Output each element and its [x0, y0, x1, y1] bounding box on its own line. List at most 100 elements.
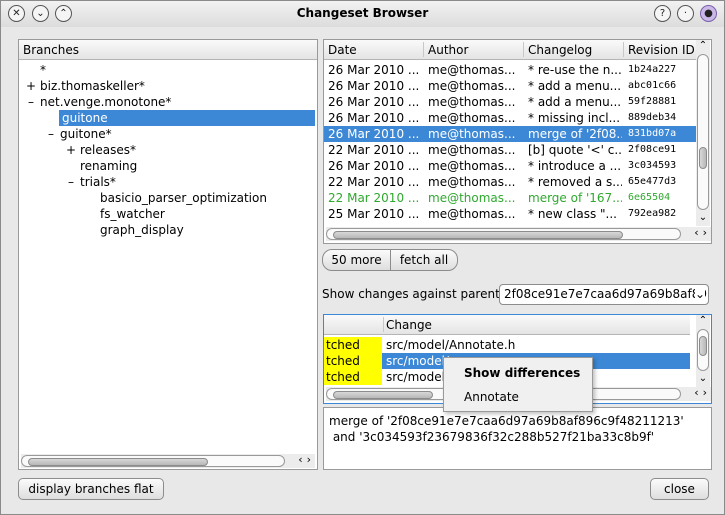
- changeset-browser-window: ✕ ⌄ ⌃ Changeset Browser ? · ● Branches *…: [0, 0, 725, 515]
- branch-item[interactable]: – guitone*: [45, 126, 115, 142]
- revision-date-cell: 22 Mar 2010 ...: [328, 175, 420, 189]
- revision-date-cell: 25 Mar 2010 ...: [328, 207, 420, 221]
- revision-row[interactable]: 22 Mar 2010 ... me@thomas... merge of '167…: [324, 190, 696, 206]
- branch-item[interactable]: – net.venge.monotone*: [25, 94, 174, 110]
- revision-author-cell: me@thomas...: [428, 191, 516, 205]
- revision-log-cell: * introduce a ...: [528, 159, 622, 173]
- revision-log-cell: * re-use the n...: [528, 63, 622, 77]
- collapse-icon[interactable]: –: [45, 126, 57, 142]
- help-icon[interactable]: ?: [654, 5, 671, 22]
- revision-date-cell: 22 Mar 2010 ...: [328, 191, 420, 205]
- revision-row[interactable]: 22 Mar 2010 ... me@thomas... * removed a s…: [324, 174, 696, 190]
- scroll-thumb[interactable]: [699, 147, 707, 169]
- revision-date-cell: 26 Mar 2010 ...: [328, 127, 420, 141]
- app-icon[interactable]: ●: [700, 5, 717, 22]
- revisions-table[interactable]: Date Author Changelog Revision ID 26 Mar…: [323, 39, 712, 244]
- branch-item[interactable]: fs_watcher: [85, 206, 168, 222]
- scroll-left-icon[interactable]: ‹: [298, 453, 306, 466]
- revision-rev-cell: 792ea982: [628, 208, 677, 219]
- parent-label: Show changes against parent: [322, 287, 500, 301]
- col-change[interactable]: Change: [386, 315, 432, 334]
- branch-item[interactable]: guitone: [59, 110, 315, 126]
- revision-row[interactable]: 26 Mar 2010 ... me@thomas... merge of '2f0…: [324, 126, 696, 142]
- scroll-thumb[interactable]: [699, 336, 707, 356]
- fifty-more-button[interactable]: 50 more: [322, 249, 391, 271]
- scroll-up-icon[interactable]: ⌃: [696, 40, 710, 52]
- col-revision-id[interactable]: Revision ID: [628, 40, 695, 59]
- window-title: Changeset Browser: [296, 6, 429, 20]
- revision-rev-cell: abc01c66: [628, 80, 677, 91]
- menu-item-show-differences[interactable]: Show differences: [464, 366, 580, 380]
- revision-row[interactable]: 22 Mar 2010 ... me@thomas... [b] quote '<'…: [324, 142, 696, 158]
- branch-item[interactable]: + releases*: [65, 142, 139, 158]
- revision-row[interactable]: 26 Mar 2010 ... me@thomas... * add a menu.…: [324, 94, 696, 110]
- revisions-hscrollbar[interactable]: ‹›: [326, 226, 711, 241]
- changes-vscrollbar[interactable]: ⌃ ⌄: [696, 315, 710, 387]
- revision-log-cell: * new class "...: [528, 207, 617, 221]
- scroll-right-icon[interactable]: ›: [703, 226, 711, 239]
- display-branches-flat-button[interactable]: display branches flat: [18, 478, 164, 500]
- branch-label: trials*: [80, 175, 116, 189]
- menu-item-annotate[interactable]: Annotate: [464, 390, 519, 404]
- branch-item[interactable]: renaming: [65, 158, 140, 174]
- revision-date-cell: 26 Mar 2010 ...: [328, 95, 420, 109]
- revision-row[interactable]: 26 Mar 2010 ... me@thomas... * re-use the …: [324, 62, 696, 78]
- scroll-left-icon[interactable]: ‹: [694, 386, 702, 399]
- changelog-message[interactable]: merge of '2f08ce91e7e7caa6d97a69b8af896c…: [323, 407, 712, 470]
- revision-row[interactable]: 26 Mar 2010 ... me@thomas... * add a menu.…: [324, 78, 696, 94]
- message-line-2: and '3c034593f23679836f32c288b527f21ba33…: [329, 430, 655, 444]
- fetch-all-button[interactable]: fetch all: [390, 249, 458, 271]
- branch-label: graph_display: [100, 223, 184, 237]
- scroll-thumb[interactable]: [28, 458, 208, 466]
- shade-icon[interactable]: ·: [677, 5, 694, 22]
- revision-row[interactable]: 25 Mar 2010 ... me@thomas... * new class "…: [324, 206, 696, 222]
- collapse-icon[interactable]: –: [25, 94, 37, 110]
- revision-row[interactable]: 26 Mar 2010 ... me@thomas... * introduce a…: [324, 158, 696, 174]
- expand-icon[interactable]: +: [65, 142, 77, 158]
- branch-label: fs_watcher: [100, 207, 165, 221]
- branch-label: biz.thomaskeller*: [40, 79, 145, 93]
- scroll-down-icon[interactable]: ⌄: [696, 373, 710, 385]
- revision-date-cell: 26 Mar 2010 ...: [328, 63, 420, 77]
- branches-header[interactable]: Branches: [19, 40, 317, 60]
- revision-row[interactable]: 26 Mar 2010 ... me@thomas... * missing inc…: [324, 110, 696, 126]
- revision-author-cell: me@thomas...: [428, 79, 516, 93]
- scroll-thumb[interactable]: [333, 391, 433, 399]
- revision-author-cell: me@thomas...: [428, 207, 516, 221]
- revision-rev-cell: 6e65504: [628, 192, 671, 203]
- branches-hscrollbar[interactable]: ‹›: [21, 453, 315, 468]
- change-status-cell: tched: [324, 369, 382, 385]
- revision-author-cell: me@thomas...: [428, 95, 516, 109]
- revision-rev-cell: 2f08ce91: [628, 144, 677, 155]
- branch-item[interactable]: graph_display: [85, 222, 187, 238]
- revision-date-cell: 26 Mar 2010 ...: [328, 79, 420, 93]
- revision-author-cell: me@thomas...: [428, 127, 516, 141]
- revision-author-cell: me@thomas...: [428, 143, 516, 157]
- branch-label: guitone*: [60, 127, 112, 141]
- revision-author-cell: me@thomas...: [428, 63, 516, 77]
- revision-log-cell: * missing incl...: [528, 111, 621, 125]
- scroll-right-icon[interactable]: ›: [703, 386, 711, 399]
- revision-rev-cell: 3c034593: [628, 160, 677, 171]
- scroll-left-icon[interactable]: ‹: [694, 226, 702, 239]
- parent-select[interactable]: 2f08ce91e7e7caa6d97a69b8af89 ⌄: [499, 284, 709, 305]
- expand-icon[interactable]: +: [25, 78, 37, 94]
- scroll-down-icon[interactable]: ⌄: [696, 212, 710, 224]
- col-changelog[interactable]: Changelog: [528, 40, 592, 59]
- branch-item[interactable]: – trials*: [65, 174, 119, 190]
- context-menu: Show differences Annotate: [443, 357, 593, 412]
- revision-log-cell: merge of '167...: [528, 191, 622, 205]
- branch-item[interactable]: *: [25, 62, 49, 78]
- col-author[interactable]: Author: [428, 40, 468, 59]
- scroll-up-icon[interactable]: ⌃: [696, 315, 710, 327]
- revisions-vscrollbar[interactable]: ⌃ ⌄: [696, 40, 710, 226]
- collapse-icon[interactable]: –: [65, 174, 77, 190]
- branch-item[interactable]: basicio_parser_optimization: [85, 190, 270, 206]
- scroll-thumb[interactable]: [333, 231, 623, 239]
- branches-tree[interactable]: Branches * + biz.thomaskeller* – net.venge.m…: [18, 39, 318, 470]
- branch-item[interactable]: + biz.thomaskeller*: [25, 78, 148, 94]
- scroll-right-icon[interactable]: ›: [307, 453, 315, 466]
- close-button[interactable]: close: [650, 478, 709, 500]
- change-row[interactable]: tched src/model/Annotate.h: [324, 337, 690, 353]
- col-date[interactable]: Date: [328, 40, 357, 59]
